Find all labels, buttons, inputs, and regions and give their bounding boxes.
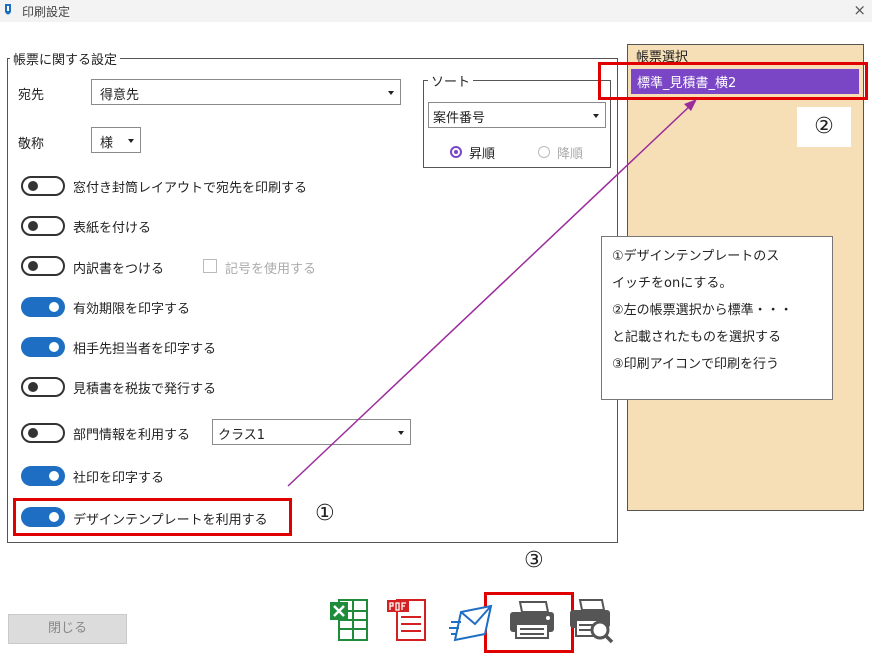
printer-icon[interactable] <box>508 600 556 642</box>
print-preview-icon[interactable] <box>568 598 614 644</box>
annotation-arrow <box>287 99 697 487</box>
close-button[interactable]: 閉じる <box>8 614 127 644</box>
excel-icon[interactable] <box>330 597 370 643</box>
mail-icon[interactable] <box>449 600 495 642</box>
pdf-icon[interactable] <box>387 597 431 643</box>
